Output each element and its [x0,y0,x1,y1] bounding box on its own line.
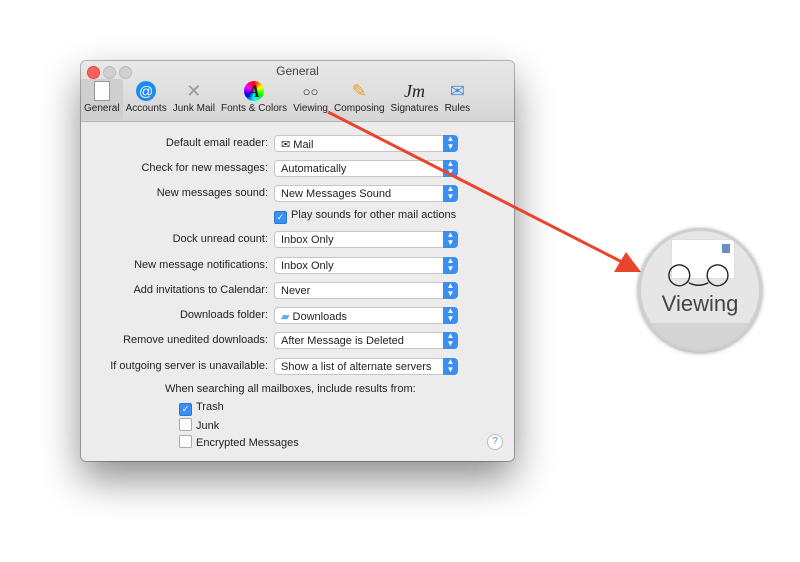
viewing-zoom-callout: ◯‿◯ Viewing [638,228,762,352]
callout-label: Viewing [661,291,739,316]
glasses-icon: ◯‿◯ [667,261,730,286]
